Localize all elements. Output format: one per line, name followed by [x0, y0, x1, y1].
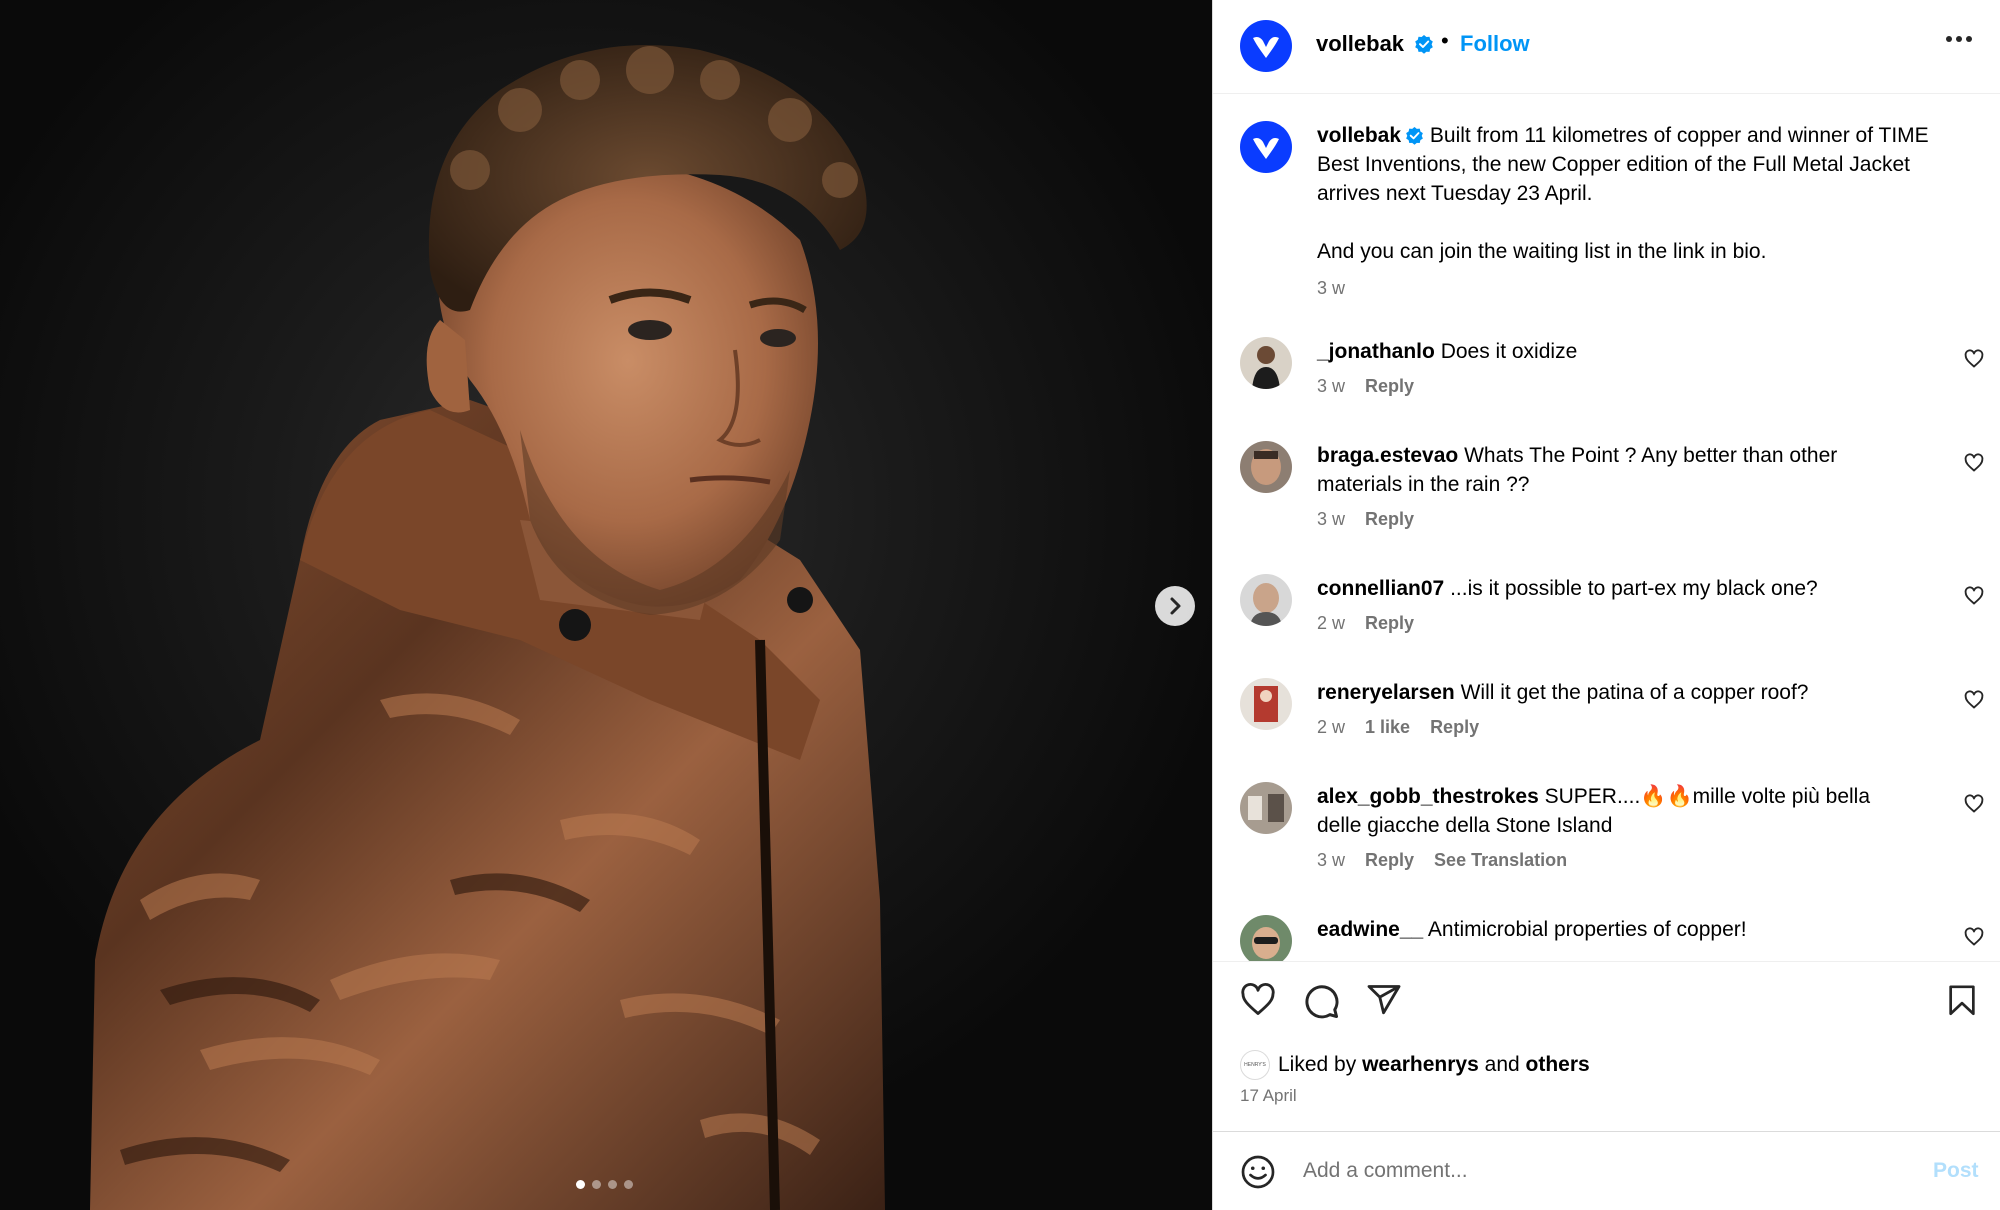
- commenter-avatar[interactable]: [1240, 574, 1292, 626]
- liker-avatar-text: HENRY'S: [1244, 1062, 1266, 1068]
- carousel-dot: [576, 1180, 585, 1189]
- verified-badge-icon: [1415, 35, 1433, 54]
- heart-icon[interactable]: [1964, 349, 1984, 369]
- comment-username[interactable]: eadwine__: [1317, 918, 1423, 941]
- reply-button[interactable]: Reply: [1365, 376, 1414, 397]
- see-translation-button[interactable]: See Translation: [1434, 850, 1567, 871]
- avatar-photo: [1240, 782, 1292, 834]
- comment-meta: 3 w Reply: [1317, 509, 1414, 530]
- post-header: vollebak • Follow: [1213, 0, 2000, 94]
- heart-icon[interactable]: [1964, 453, 1984, 473]
- caption-author-avatar[interactable]: [1240, 121, 1292, 173]
- more-options-icon[interactable]: [1945, 35, 1973, 43]
- comment-body: Will it get the patina of a copper roof?: [1460, 681, 1809, 704]
- comment-username[interactable]: _jonathanlo: [1317, 340, 1435, 363]
- comment-age: 2 w: [1317, 717, 1346, 737]
- caption-text: vollebak Built from 11 kilometres of cop…: [1317, 121, 1967, 303]
- comment-body: ...is it possible to part-ex my black on…: [1450, 577, 1818, 600]
- share-icon[interactable]: [1365, 982, 1403, 1018]
- avatar-photo: [1240, 678, 1292, 730]
- comment-meta: 3 w Reply See Translation: [1317, 850, 1567, 871]
- avatar-photo: [1240, 574, 1292, 626]
- comment-body: Does it oxidize: [1440, 340, 1578, 363]
- verified-badge-icon: [1406, 126, 1423, 145]
- emoji-icon[interactable]: [1240, 1154, 1276, 1190]
- author-avatar[interactable]: [1240, 20, 1292, 72]
- carousel-indicator: [576, 1180, 633, 1189]
- carousel-dot: [608, 1180, 617, 1189]
- commenter-avatar[interactable]: [1240, 915, 1292, 961]
- carousel-dot: [624, 1180, 633, 1189]
- vollebak-logo-icon: [1253, 37, 1279, 58]
- liked-others[interactable]: others: [1526, 1053, 1590, 1077]
- chevron-right-icon: [1170, 597, 1181, 615]
- header-separator: •: [1441, 28, 1449, 53]
- reply-button[interactable]: Reply: [1430, 717, 1479, 738]
- comment-text: reneryelarsen Will it get the patina of …: [1317, 678, 1917, 707]
- heart-icon[interactable]: [1964, 690, 1984, 710]
- reply-button[interactable]: Reply: [1365, 613, 1414, 634]
- carousel-next-button[interactable]: [1155, 586, 1195, 626]
- comment-text: braga.estevao Whats The Point ? Any bett…: [1317, 441, 1917, 499]
- liked-user[interactable]: wearhenrys: [1362, 1053, 1479, 1077]
- comment-username[interactable]: alex_gobb_thestrokes: [1317, 785, 1539, 808]
- liked-and: and: [1484, 1053, 1520, 1076]
- liked-by: HENRY'S Liked by wearhenrys and others: [1240, 1050, 1590, 1080]
- comment-text: _jonathanlo Does it oxidize: [1317, 337, 1917, 366]
- caption-body-2: And you can join the waiting list in the…: [1317, 240, 1767, 263]
- vollebak-logo-icon: [1253, 138, 1279, 159]
- post-comment-button[interactable]: Post: [1933, 1159, 1979, 1183]
- author-username[interactable]: vollebak: [1316, 31, 1434, 57]
- caption-age: 3 w: [1317, 278, 1346, 298]
- comment-like-count[interactable]: 1 like: [1365, 717, 1410, 738]
- liked-prefix: Liked by: [1278, 1053, 1357, 1076]
- commenter-avatar[interactable]: [1240, 441, 1292, 493]
- carousel-dot: [592, 1180, 601, 1189]
- comment-age: 2 w: [1317, 613, 1346, 633]
- commenter-avatar[interactable]: [1240, 782, 1292, 834]
- caption-username[interactable]: vollebak: [1317, 124, 1401, 147]
- comment-text: eadwine__ Antimicrobial properties of co…: [1317, 915, 1917, 944]
- comment-composer: Post: [1213, 1131, 2000, 1210]
- comment-username[interactable]: braga.estevao: [1317, 444, 1458, 467]
- jacket-photo: [90, 45, 885, 1210]
- comment-input[interactable]: [1303, 1154, 1883, 1188]
- comment-meta: 2 w 1 like Reply: [1317, 717, 1479, 738]
- comment-meta: 2 w Reply: [1317, 613, 1414, 634]
- comment-username[interactable]: connellian07: [1317, 577, 1444, 600]
- commenter-avatar[interactable]: [1240, 678, 1292, 730]
- post-actions: HENRY'S Liked by wearhenrys and others 1…: [1213, 961, 2000, 1131]
- liker-avatar[interactable]: HENRY'S: [1240, 1050, 1270, 1080]
- heart-icon[interactable]: [1239, 982, 1277, 1018]
- heart-icon[interactable]: [1964, 927, 1984, 947]
- heart-icon[interactable]: [1964, 586, 1984, 606]
- reply-button[interactable]: Reply: [1365, 509, 1414, 530]
- post-media: [0, 0, 1212, 1210]
- follow-button[interactable]: Follow: [1460, 31, 1530, 57]
- comment-text: alex_gobb_thestrokes SUPER....🔥🔥mille vo…: [1317, 782, 1917, 840]
- post-date[interactable]: 17 April: [1240, 1086, 1297, 1106]
- comment-meta: 3 w Reply: [1317, 376, 1414, 397]
- post-details-panel: vollebak • Follow vollebak Built from 11…: [1212, 0, 2000, 1210]
- comments-scroll-area[interactable]: vollebak Built from 11 kilometres of cop…: [1213, 95, 2000, 961]
- comment-age: 3 w: [1317, 850, 1346, 870]
- heart-icon[interactable]: [1964, 794, 1984, 814]
- comment-age: 3 w: [1317, 509, 1346, 529]
- author-username-text[interactable]: vollebak: [1316, 31, 1404, 56]
- comment-text: connellian07 ...is it possible to part-e…: [1317, 574, 1917, 603]
- comment-username[interactable]: reneryelarsen: [1317, 681, 1455, 704]
- avatar-photo: [1240, 441, 1292, 493]
- bookmark-icon[interactable]: [1945, 982, 1979, 1020]
- avatar-photo: [1240, 337, 1292, 389]
- comment-age: 3 w: [1317, 376, 1346, 396]
- avatar-photo: [1240, 915, 1292, 961]
- reply-button[interactable]: Reply: [1365, 850, 1414, 871]
- commenter-avatar[interactable]: [1240, 337, 1292, 389]
- comment-icon[interactable]: [1302, 982, 1340, 1020]
- comment-body: Antimicrobial properties of copper!: [1427, 918, 1747, 941]
